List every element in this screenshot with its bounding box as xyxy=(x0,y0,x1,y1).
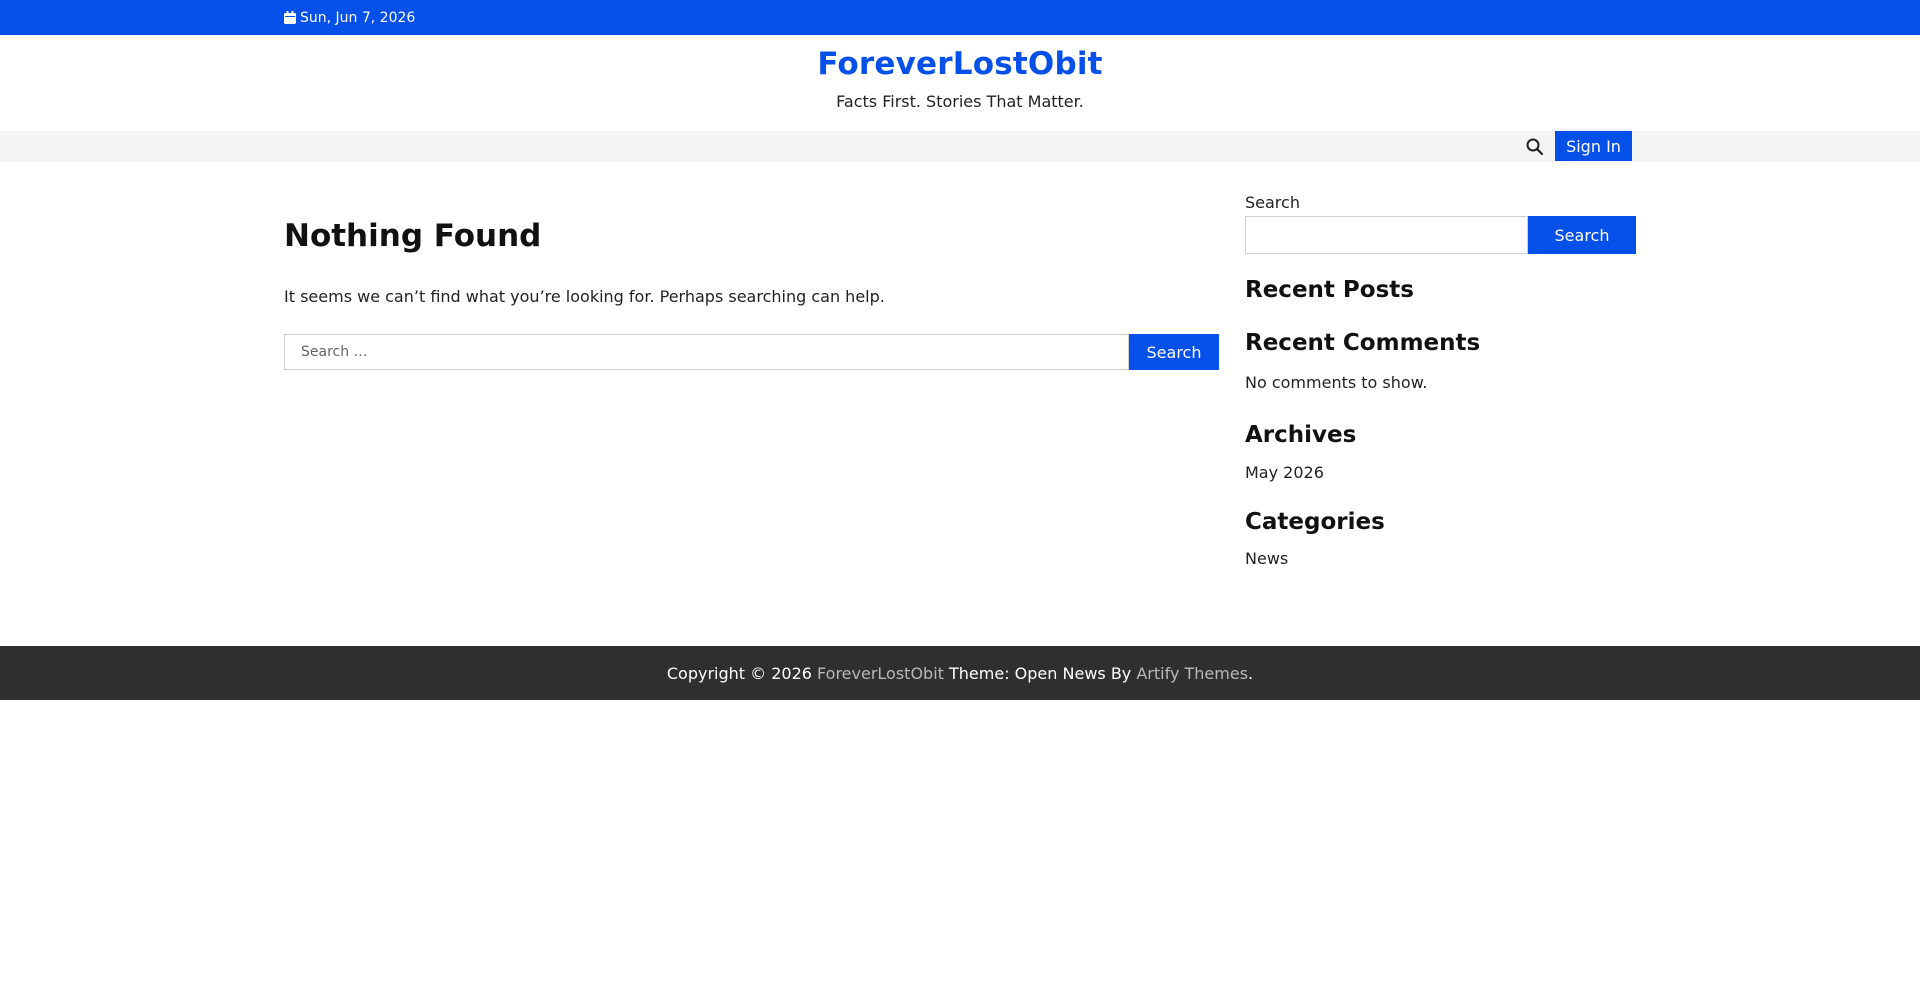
sidebar-search-input[interactable] xyxy=(1245,216,1528,254)
archive-item-may-2026[interactable]: May 2026 xyxy=(1245,463,1324,482)
site-title[interactable]: ForeverLostObit xyxy=(0,46,1920,82)
site-tagline: Facts First. Stories That Matter. xyxy=(836,92,1084,111)
no-comments-text: No comments to show. xyxy=(1245,373,1428,392)
sidebar-search-label: Search xyxy=(1245,193,1300,212)
main-search-button[interactable]: Search xyxy=(1129,334,1219,370)
sidebar-search-button[interactable]: Search xyxy=(1528,216,1636,254)
archives-heading: Archives xyxy=(1245,422,1357,448)
recent-posts-heading: Recent Posts xyxy=(1245,277,1414,303)
top-bar: Sun, Jun 7, 2026 xyxy=(0,0,1920,35)
footer-copyright: Copyright © 2026 xyxy=(666,663,812,683)
footer-site-link[interactable]: ForeverLostObit xyxy=(817,664,944,683)
date-display: Sun, Jun 7, 2026 xyxy=(284,0,415,35)
site-footer: Copyright © 2026 ForeverLostObit Theme: … xyxy=(0,646,1920,700)
footer-end: . xyxy=(1248,663,1254,683)
sidebar-search-form: Search xyxy=(1245,216,1636,254)
sign-in-button[interactable]: Sign In xyxy=(1555,131,1632,161)
recent-comments-heading: Recent Comments xyxy=(1245,330,1481,356)
date-text: Sun, Jun 7, 2026 xyxy=(300,9,416,26)
footer-theme-link[interactable]: Artify Themes xyxy=(1136,664,1248,683)
categories-heading: Categories xyxy=(1245,509,1385,535)
main-search-form: Search xyxy=(284,334,1219,370)
main-search-input[interactable] xyxy=(284,334,1129,370)
page-description: It seems we can’t find what you’re looki… xyxy=(284,287,885,306)
page-title: Nothing Found xyxy=(284,218,542,254)
footer-theme-text: Theme: Open News By xyxy=(949,663,1132,683)
categories-list: News xyxy=(1245,549,1288,568)
archives-list: May 2026 xyxy=(1245,463,1324,482)
calendar-icon xyxy=(284,11,296,24)
nav-bar: Sign In xyxy=(0,131,1920,162)
category-item-news[interactable]: News xyxy=(1245,549,1288,568)
search-icon[interactable] xyxy=(1525,137,1545,157)
